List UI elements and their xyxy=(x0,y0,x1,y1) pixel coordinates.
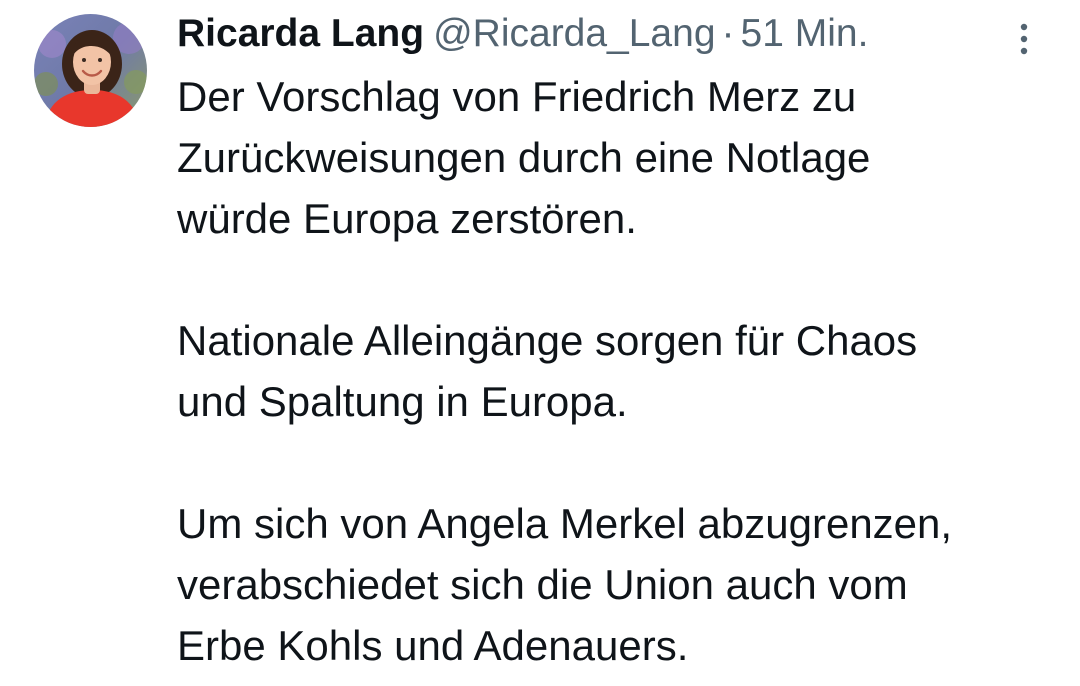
more-vertical-icon[interactable] xyxy=(1010,22,1038,56)
header-separator: · xyxy=(721,12,735,55)
tweet-line: Um sich von Angela Merkel abzugrenzen, xyxy=(177,500,953,547)
tweet-paragraph: Nationale Alleingänge sorgen für Chaos u… xyxy=(177,310,1057,432)
tweet-paragraph: Der Vorschlag von Friedrich Merz zu Zurü… xyxy=(177,66,1057,249)
tweet-line: verabschiedet sich die Union auch vom xyxy=(177,561,908,608)
tweet-line: Zurückweisungen durch eine Notlage xyxy=(177,134,871,181)
tweet-line: Nationale Alleingänge sorgen für Chaos xyxy=(177,317,918,364)
tweet-line: Der Vorschlag von Friedrich Merz zu xyxy=(177,73,857,120)
tweet-text: Der Vorschlag von Friedrich Merz zu Zurü… xyxy=(177,66,1057,676)
author-handle[interactable]: @Ricarda_Lang xyxy=(433,12,715,55)
tweet-paragraph: Um sich von Angela Merkel abzugrenzen, v… xyxy=(177,493,1057,676)
profile-photo-icon xyxy=(34,14,147,127)
tweet-card: Ricarda Lang @Ricarda_Lang · 51 Min. Der Vo… xyxy=(0,0,1080,686)
tweet-line: würde Europa zerstören. xyxy=(177,195,637,242)
tweet-timestamp[interactable]: 51 Min. xyxy=(741,12,869,55)
tweet-header: Ricarda Lang @Ricarda_Lang · 51 Min. xyxy=(177,8,868,60)
author-display-name[interactable]: Ricarda Lang xyxy=(177,12,424,55)
tweet-line: und Spaltung in Europa. xyxy=(177,378,628,425)
tweet-line: Erbe Kohls und Adenauers. xyxy=(177,622,689,669)
author-avatar[interactable] xyxy=(34,14,147,127)
